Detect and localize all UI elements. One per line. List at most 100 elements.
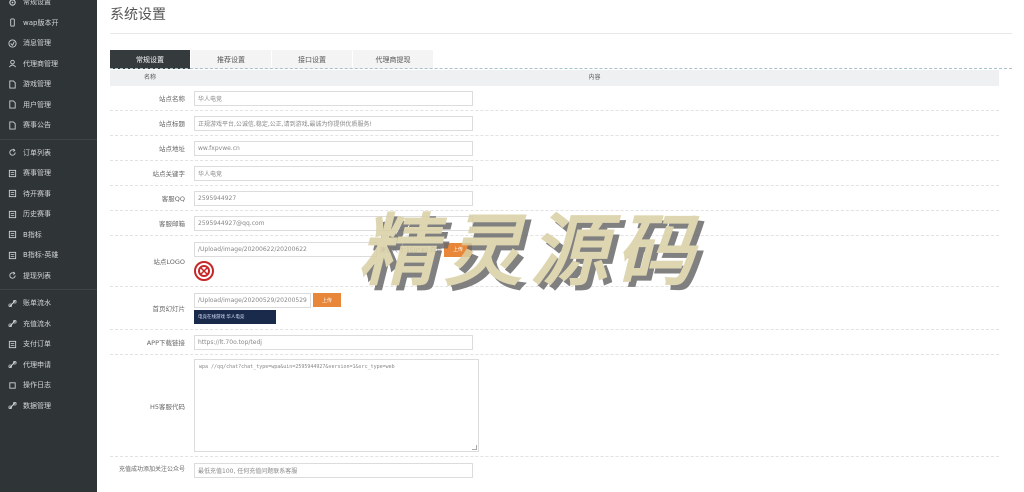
home-slide-label: 首页幻灯片 <box>152 305 186 313</box>
table-row: 站点LOGO /Upload/image/20200622/20200622 建… <box>110 236 999 287</box>
list-icon <box>7 168 17 178</box>
table-row: 站点关键字 华人电竞 <box>110 161 999 186</box>
main-content: 系统设置 常规设置 推荐设置 接口设置 代理商提现 名称 内容 站点名称 华人电… <box>97 0 1024 492</box>
site-url-input[interactable]: ww.fxpvwe.cn <box>194 140 473 156</box>
home-slide-path-input[interactable]: /Upload/image/20200529/20200529 <box>194 292 311 308</box>
site-logo-hint: 建议尺寸:150*40,白色 <box>380 247 443 254</box>
sidebar-item[interactable]: 代理申请 <box>0 355 97 376</box>
site-title-label: 站点标题 <box>159 120 185 128</box>
tab-interface[interactable]: 接口设置 <box>272 50 352 69</box>
link-icon <box>7 360 17 370</box>
sidebar-item-label: 充值流水 <box>23 319 51 328</box>
sidebar-item-label: 用户管理 <box>23 100 51 109</box>
site-title-input[interactable]: 正规游戏平台,公诚信,稳定,公正,请到游戏,最诚为你提供优质服务! <box>194 115 473 131</box>
site-name-label: 站点名称 <box>159 95 185 103</box>
site-logo-path-input[interactable]: /Upload/image/20200622/20200622 <box>194 242 377 257</box>
sidebar-item[interactable]: wap版本开 <box>0 13 97 34</box>
table-header: 名称 内容 <box>110 70 999 86</box>
site-name-input[interactable]: 华人电竞 <box>194 90 473 106</box>
mobile-icon <box>7 18 17 28</box>
sidebar-item-label: B指标 <box>23 230 42 239</box>
site-logo-label: 站点LOGO <box>153 258 185 266</box>
sidebar-item-label: 数据管理 <box>23 401 51 410</box>
tab-general[interactable]: 常规设置 <box>110 50 190 69</box>
user-icon <box>7 59 17 69</box>
sidebar-item[interactable]: 历史赛事 <box>0 204 97 225</box>
sidebar-group-top: 常规设置 wap版本开 消息管理代理商管理 游戏管理用户管理赛事公告 <box>0 0 97 136</box>
h5-service-code-textarea[interactable]: wpa //qq/chat?chat_type=wpa&uin=25959449… <box>194 359 479 452</box>
list-icon <box>7 339 17 349</box>
sidebar-item[interactable]: 数据管理 <box>0 396 97 417</box>
list-icon <box>7 250 17 260</box>
sidebar-item-label: wap版本开 <box>23 18 59 27</box>
recharge-notice-label: 充值成功添加关注公众号 <box>118 466 185 473</box>
sidebar-item[interactable]: 常规设置 <box>0 0 97 13</box>
sidebar-item[interactable]: B指标-英雄 <box>0 245 97 266</box>
sidebar-item-label: 消息管理 <box>23 39 51 48</box>
sidebar-item[interactable]: 充值流水 <box>0 314 97 335</box>
sidebar-item[interactable]: 操作日志 <box>0 375 97 396</box>
gear-icon <box>7 0 17 7</box>
logo-upload-button[interactable]: 上传 <box>444 242 473 257</box>
tab-agent-withdraw[interactable]: 代理商提现 <box>353 50 433 69</box>
settings-tabs: 常规设置 推荐设置 接口设置 代理商提现 <box>110 50 434 69</box>
app-download-label: APP下载链接 <box>146 339 185 347</box>
home-slide-thumbnail: 电竞在线游戏 华人电竞 <box>194 309 276 324</box>
settings-table: 名称 内容 站点名称 华人电竞 站点标题 正规游戏平台,公诚信,稳定,公正,请到… <box>110 70 999 483</box>
sidebar-item-label: 订单列表 <box>23 148 51 157</box>
h5-service-code-text: wpa //qq/chat?chat_type=wpa&uin=25959449… <box>199 364 395 370</box>
sidebar-item-label: 赛事管理 <box>23 169 51 178</box>
sidebar-item[interactable]: 订单列表 <box>0 143 97 164</box>
sidebar-group-bottom: 账单流水充值流水支付订单代理申请操作日志数据管理 <box>0 293 97 416</box>
sidebar-item-label: 历史赛事 <box>23 210 51 219</box>
header-name: 名称 <box>143 74 156 81</box>
sidebar-item[interactable]: 赛事公告 <box>0 115 97 136</box>
sidebar-item[interactable]: 账单流水 <box>0 293 97 314</box>
tab-recommend[interactable]: 推荐设置 <box>191 50 271 69</box>
site-keywords-label: 站点关键字 <box>152 170 186 178</box>
table-row: 站点标题 正规游戏平台,公诚信,稳定,公正,请到游戏,最诚为你提供优质服务! <box>110 111 999 136</box>
refresh-icon <box>7 148 17 158</box>
sidebar-item[interactable]: 代理商管理 <box>0 54 97 75</box>
service-qq-input[interactable]: 2595944927 <box>194 190 473 206</box>
document-icon <box>7 120 17 130</box>
table-row: 客服邮箱 2595944927@qq.com <box>110 211 999 236</box>
sidebar-item-label: B指标-英雄 <box>23 251 59 260</box>
sidebar-item-label: 常规设置 <box>23 0 51 7</box>
link-icon <box>7 298 17 308</box>
document-icon <box>7 79 17 89</box>
tab-underline <box>110 68 1012 69</box>
sidebar-item-label: 提现列表 <box>23 271 51 280</box>
service-email-label: 客服邮箱 <box>159 220 185 228</box>
sidebar-item-label: 代理申请 <box>23 360 51 369</box>
sidebar-item[interactable]: 支付订单 <box>0 334 97 355</box>
link-icon <box>7 319 17 329</box>
service-email-input[interactable]: 2595944927@qq.com <box>194 215 473 231</box>
h5-service-code-label: H5客服代码 <box>149 402 185 411</box>
sidebar-divider <box>0 289 97 290</box>
sidebar-item-label: 赛事公告 <box>23 121 51 130</box>
recharge-notice-input[interactable]: 最低充值100, 任何充值问题联系客服 <box>194 462 473 478</box>
service-qq-label: 客服QQ <box>161 195 185 203</box>
sidebar-item[interactable]: 消息管理 <box>0 33 97 54</box>
sidebar-item[interactable]: 用户管理 <box>0 95 97 116</box>
sidebar-item[interactable]: 赛事管理 <box>0 163 97 184</box>
sidebar-item[interactable]: 提现列表 <box>0 266 97 287</box>
site-keywords-input[interactable]: 华人电竞 <box>194 165 473 181</box>
document-icon <box>7 100 17 110</box>
site-url-label: 站点地址 <box>159 145 185 153</box>
app-download-input[interactable]: https://lt.70o.top/tedj <box>194 334 473 350</box>
sidebar-item-label: 支付订单 <box>23 340 51 349</box>
sidebar-item[interactable]: B指标 <box>0 225 97 246</box>
list-icon <box>7 209 17 219</box>
sidebar: 常规设置 wap版本开 消息管理代理商管理 游戏管理用户管理赛事公告 订单列表赛事管理… <box>0 0 97 492</box>
sidebar-item[interactable]: 游戏管理 <box>0 74 97 95</box>
message-icon <box>7 38 17 48</box>
sidebar-item-label: 账单流水 <box>23 299 51 308</box>
slide-upload-button[interactable]: 上传 <box>313 293 341 307</box>
resize-handle[interactable] <box>472 445 477 450</box>
table-row: 站点名称 华人电竞 <box>110 86 999 111</box>
table-row: APP下载链接 https://lt.70o.top/tedj <box>110 330 999 355</box>
sidebar-item[interactable]: 待开赛事 <box>0 184 97 205</box>
title-divider <box>110 33 1012 34</box>
